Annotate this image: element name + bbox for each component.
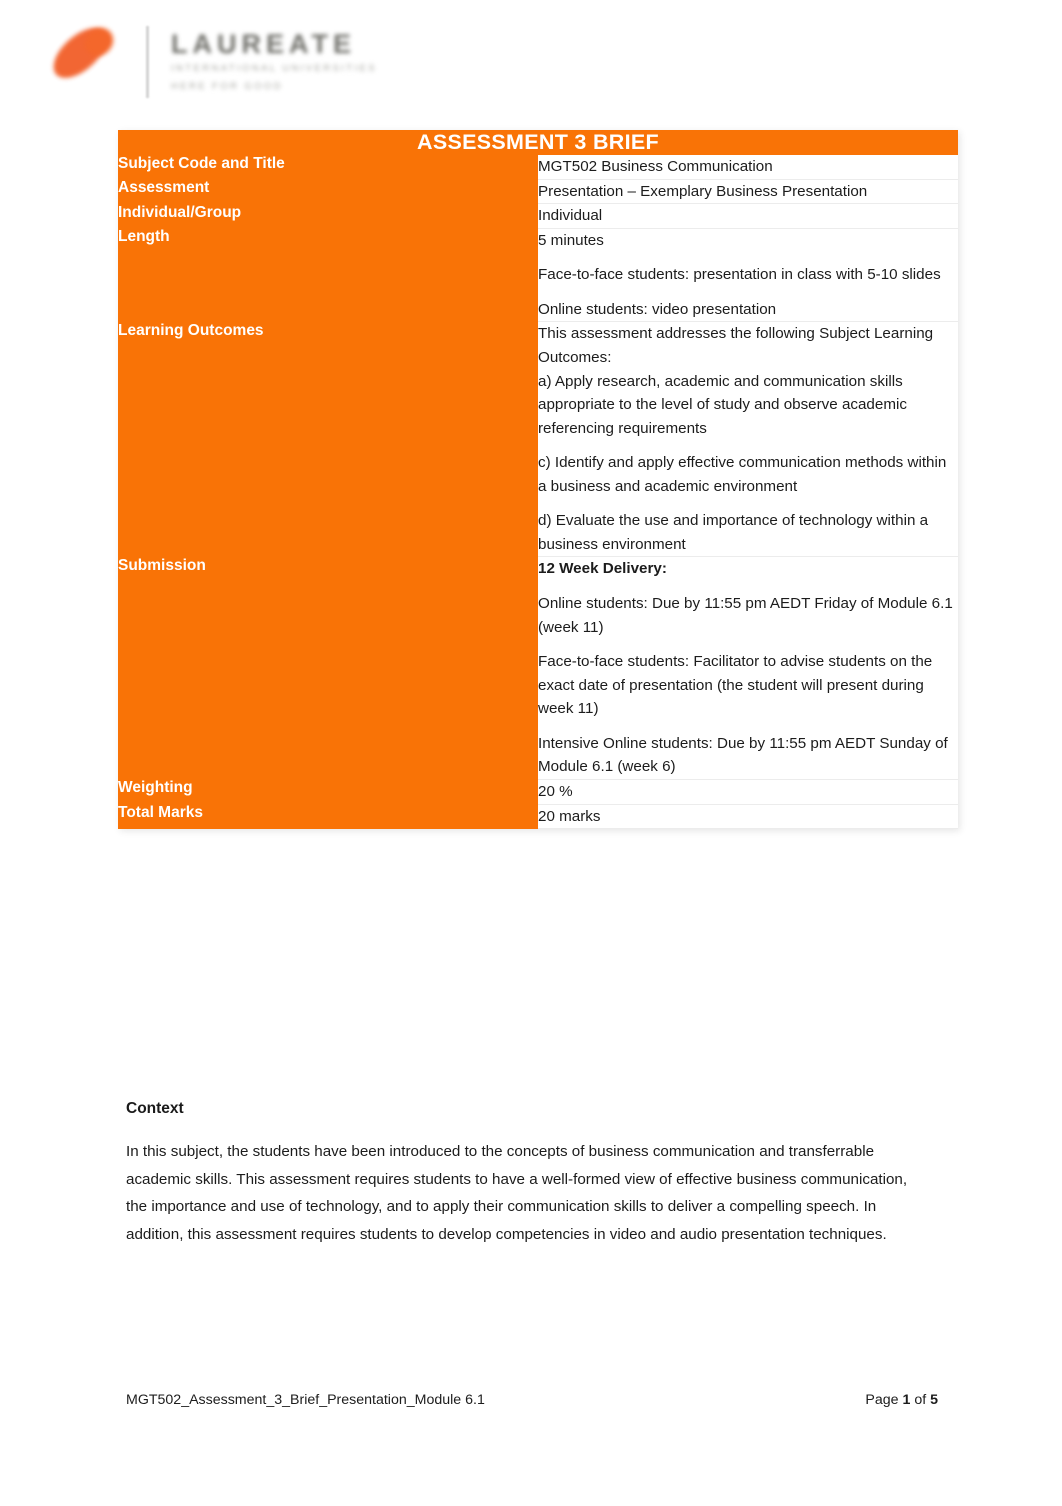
context-section: Context In this subject, the students ha… — [126, 1100, 926, 1249]
row-label-submission: Submission — [118, 556, 538, 780]
row-label-learning-outcomes: Learning Outcomes — [118, 321, 538, 557]
row-value-individual-group: Individual — [538, 203, 958, 229]
row-value-length: 5 minutes Face-to-face students: present… — [538, 228, 958, 323]
value-line-outcome-a: a) Apply research, academic and communic… — [538, 372, 907, 437]
value-line: Face-to-face students: presentation in c… — [538, 266, 941, 284]
logo-leaf-icon — [40, 16, 132, 108]
row-value-subject-code-and-title: MGT502 Business Communication — [538, 155, 958, 180]
table-row: Assessment Presentation – Exemplary Busi… — [118, 179, 958, 205]
row-label-total-marks: Total Marks — [118, 804, 538, 829]
logo-wordmark: LAUREATE — [171, 28, 356, 59]
value-line: Presentation – Exemplary Business Presen… — [538, 182, 868, 200]
logo-wordmark-group: LAUREATE INTERNATIONAL UNIVERSITIES HERE… — [171, 28, 377, 94]
context-body: In this subject, the students have been … — [126, 1143, 908, 1243]
row-value-total-marks: 20 marks — [538, 804, 958, 830]
row-value-submission: 12 Week Delivery: Online students: Due b… — [538, 556, 958, 780]
table-row: Submission 12 Week Delivery: Online stud… — [118, 556, 958, 780]
value-line-outcome-c: c) Identify and apply effective communic… — [538, 454, 947, 495]
value-line-outcome-d: d) Evaluate the use and importance of te… — [538, 512, 929, 553]
document-page: LAUREATE INTERNATIONAL UNIVERSITIES HERE… — [0, 0, 1062, 1506]
footer-page-prefix: Page — [865, 1392, 903, 1408]
footer-page-number: Page 1 of 5 — [865, 1392, 938, 1408]
row-label-assessment: Assessment — [118, 179, 538, 204]
value-line: 5 minutes — [538, 231, 604, 249]
footer-document-name: MGT502_Assessment_3_Brief_Presentation_M… — [126, 1392, 485, 1408]
value-line-online-students: Online students: Due by 11:55 pm AEDT Fr… — [538, 595, 953, 636]
value-line: MGT502 Business Communication — [538, 158, 773, 175]
laureate-logo: LAUREATE INTERNATIONAL UNIVERSITIES HERE… — [40, 14, 380, 110]
row-value-learning-outcomes: This assessment addresses the following … — [538, 321, 958, 558]
value-line: Online students: video presentation — [538, 300, 777, 318]
value-line: 20 marks — [538, 807, 601, 825]
table-row: Subject Code and Title MGT502 Business C… — [118, 155, 958, 180]
row-label-individual-group: Individual/Group — [118, 203, 538, 229]
table-title: ASSESSMENT 3 BRIEF — [118, 130, 958, 155]
footer-page-total: 5 — [930, 1392, 938, 1408]
row-label-subject-code-and-title: Subject Code and Title — [118, 155, 538, 180]
value-line-intensive-online-students: Intensive Online students: Due by 11:55 … — [538, 734, 948, 776]
assessment-brief-table: ASSESSMENT 3 BRIEF Subject Code and Titl… — [118, 130, 958, 830]
table-row: Learning Outcomes This assessment addres… — [118, 321, 958, 558]
table-title-row: ASSESSMENT 3 BRIEF — [118, 130, 958, 155]
value-line-face-to-face-students: Face-to-face students: Facilitator to ad… — [538, 653, 933, 718]
logo-subline-2: HERE FOR GOOD — [171, 80, 283, 92]
row-value-assessment: Presentation – Exemplary Business Presen… — [538, 179, 958, 205]
row-value-weighting: 20 % — [538, 779, 958, 805]
page-footer: MGT502_Assessment_3_Brief_Presentation_M… — [126, 1392, 938, 1408]
value-line-delivery-heading: 12 Week Delivery: — [538, 560, 667, 578]
table-row: Weighting 20 % — [118, 779, 958, 805]
context-heading: Context — [126, 1100, 184, 1117]
logo-subline-1: INTERNATIONAL UNIVERSITIES — [171, 62, 377, 74]
table-row: Length 5 minutes Face-to-face students: … — [118, 228, 958, 323]
footer-page-middle: of — [910, 1392, 931, 1408]
table-row: Individual/Group Individual — [118, 203, 958, 229]
logo-divider — [146, 26, 149, 98]
row-label-length: Length — [118, 228, 538, 322]
value-line-intro: This assessment addresses the following … — [538, 325, 934, 366]
value-line: 20 % — [538, 782, 573, 800]
row-label-weighting: Weighting — [118, 779, 538, 804]
table-row: Total Marks 20 marks — [118, 804, 958, 830]
value-line: Individual — [538, 207, 603, 225]
